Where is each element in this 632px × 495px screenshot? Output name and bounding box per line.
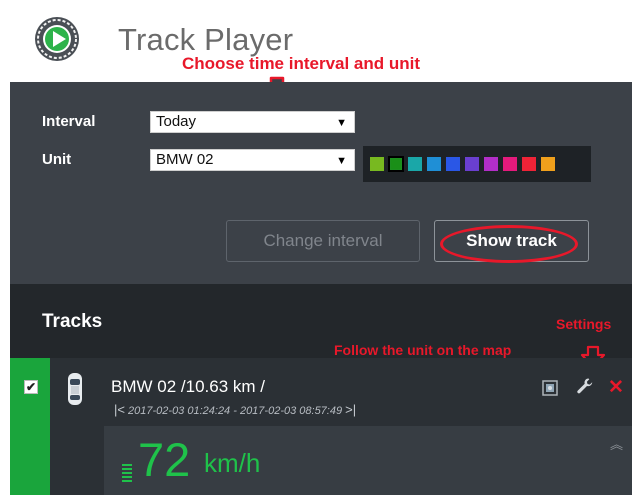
- track-color-palette: [363, 146, 591, 182]
- skip-start-icon[interactable]: |<: [114, 402, 125, 417]
- color-swatch[interactable]: [521, 156, 537, 172]
- track-row: ✔ BMW 02 /10.63 km / |< 2017-02-03 01:24…: [10, 358, 632, 495]
- color-swatch[interactable]: [426, 156, 442, 172]
- track-name: BMW 02 /10.63 km /: [111, 377, 265, 396]
- unit-label: Unit: [42, 151, 72, 168]
- speed-value: 72: [138, 433, 191, 486]
- car-icon: [68, 373, 82, 405]
- track-time-range: |< 2017-02-03 01:24:24 - 2017-02-03 08:5…: [114, 402, 356, 417]
- track-time-text: 2017-02-03 01:24:24 - 2017-02-03 08:57:4…: [128, 405, 343, 417]
- track-visible-checkbox[interactable]: ✔: [24, 380, 38, 394]
- interval-select-value: Today: [156, 113, 197, 130]
- color-swatch[interactable]: [540, 156, 556, 172]
- caret-down-icon: ▼: [336, 117, 347, 129]
- skip-end-icon[interactable]: >|: [345, 402, 356, 417]
- annotation-settings: Settings: [556, 316, 612, 332]
- close-icon[interactable]: ✕: [608, 376, 624, 399]
- annotation-interval: Choose time interval and unit: [182, 54, 421, 73]
- color-swatch[interactable]: [464, 156, 480, 172]
- wrench-icon[interactable]: [576, 377, 594, 395]
- unit-select-value: BMW 02: [156, 151, 214, 168]
- play-logo-icon: [35, 17, 79, 61]
- color-swatch[interactable]: [445, 156, 461, 172]
- color-swatch[interactable]: [388, 156, 404, 172]
- color-swatch[interactable]: [407, 156, 423, 172]
- track-controls-panel: Interval Today ▼ Unit BMW 02 ▼ Change in…: [10, 82, 632, 284]
- tracks-title: Tracks: [42, 311, 103, 332]
- follow-unit-icon[interactable]: [542, 380, 558, 396]
- annotation-follow: Follow the unit on the map: [334, 342, 512, 358]
- interval-label: Interval: [42, 113, 96, 130]
- color-swatch[interactable]: [502, 156, 518, 172]
- interval-select[interactable]: Today ▼: [150, 111, 355, 133]
- unit-select[interactable]: BMW 02 ▼: [150, 149, 355, 171]
- app-title: Track Player: [118, 22, 294, 57]
- collapse-up-icon[interactable]: ︽: [610, 434, 623, 453]
- signal-bars-icon: [122, 464, 132, 482]
- change-interval-button[interactable]: Change interval: [226, 220, 420, 262]
- color-swatch[interactable]: [483, 156, 499, 172]
- color-swatch[interactable]: [369, 156, 385, 172]
- speed-unit: km/h: [204, 448, 261, 478]
- speed-panel: 72 km/h ︽: [104, 426, 632, 495]
- caret-down-icon: ▼: [336, 155, 347, 167]
- tracks-header: Tracks: [10, 284, 632, 358]
- track-color-strip: ✔: [10, 358, 50, 495]
- highlight-ellipse: [440, 225, 578, 263]
